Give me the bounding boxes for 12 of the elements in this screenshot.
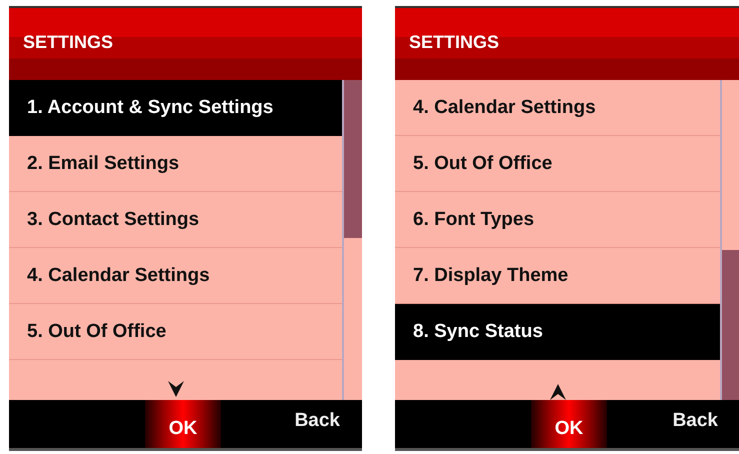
menu-item[interactable]: 8. Sync Status	[395, 304, 720, 360]
up-arrow-icon	[550, 384, 566, 400]
back-softkey[interactable]: Back	[294, 410, 340, 432]
scrollbar[interactable]	[720, 80, 739, 400]
screen-title: SETTINGS	[23, 32, 114, 52]
ok-softkey[interactable]: OK	[145, 400, 221, 448]
ok-softkey[interactable]: OK	[531, 400, 607, 448]
back-softkey[interactable]: Back	[672, 410, 718, 432]
menu-item[interactable]: 1. Account & Sync Settings	[9, 80, 342, 136]
down-arrow-icon	[168, 381, 184, 397]
scrollbar[interactable]	[342, 80, 362, 400]
screen-title: SETTINGS	[409, 32, 500, 52]
